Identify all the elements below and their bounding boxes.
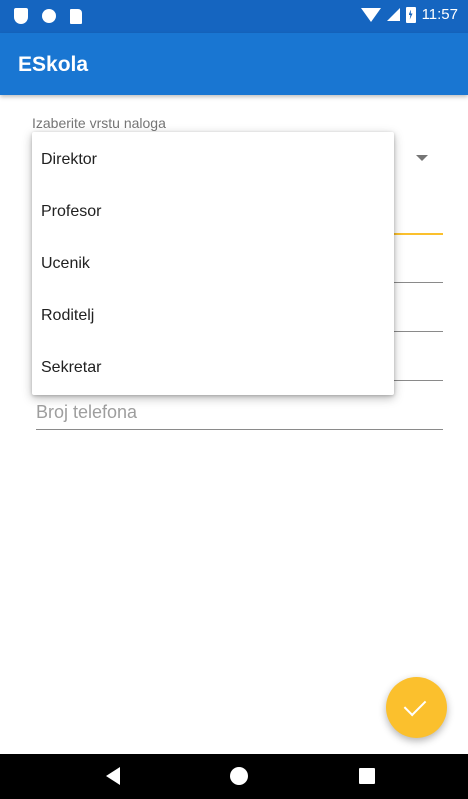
record-icon (42, 9, 56, 23)
phone-field-underline (36, 429, 443, 430)
form-content: Izaberite vrstu naloga Broj telefona Dir… (0, 95, 468, 754)
submit-fab-button[interactable] (386, 677, 447, 738)
home-icon[interactable] (230, 767, 248, 785)
back-icon[interactable] (106, 767, 120, 785)
dropdown-option-direktor[interactable]: Direktor (32, 134, 394, 186)
dropdown-option-ucenik[interactable]: Ucenik (32, 238, 394, 290)
shield-icon (14, 8, 28, 24)
signal-icon (386, 8, 400, 21)
dropdown-option-roditelj[interactable]: Roditelj (32, 290, 394, 342)
status-time: 11:57 (421, 6, 458, 23)
status-bar: 11:57 (0, 0, 468, 33)
account-type-label: Izaberite vrstu naloga (32, 115, 166, 131)
navigation-bar (0, 754, 468, 799)
check-icon (403, 693, 427, 717)
app-bar: ESkola (0, 33, 468, 95)
sd-card-icon (70, 8, 82, 24)
phone-field[interactable]: Broj telefona (36, 402, 443, 432)
app-title: ESkola (18, 53, 89, 76)
account-type-dropdown: Direktor Profesor Ucenik Roditelj Sekret… (32, 132, 394, 395)
recents-icon[interactable] (359, 768, 375, 784)
wifi-icon (360, 7, 381, 22)
dropdown-arrow-icon[interactable] (416, 155, 428, 161)
battery-icon (405, 6, 416, 23)
dropdown-option-profesor[interactable]: Profesor (32, 186, 394, 238)
dropdown-option-sekretar[interactable]: Sekretar (32, 342, 394, 394)
